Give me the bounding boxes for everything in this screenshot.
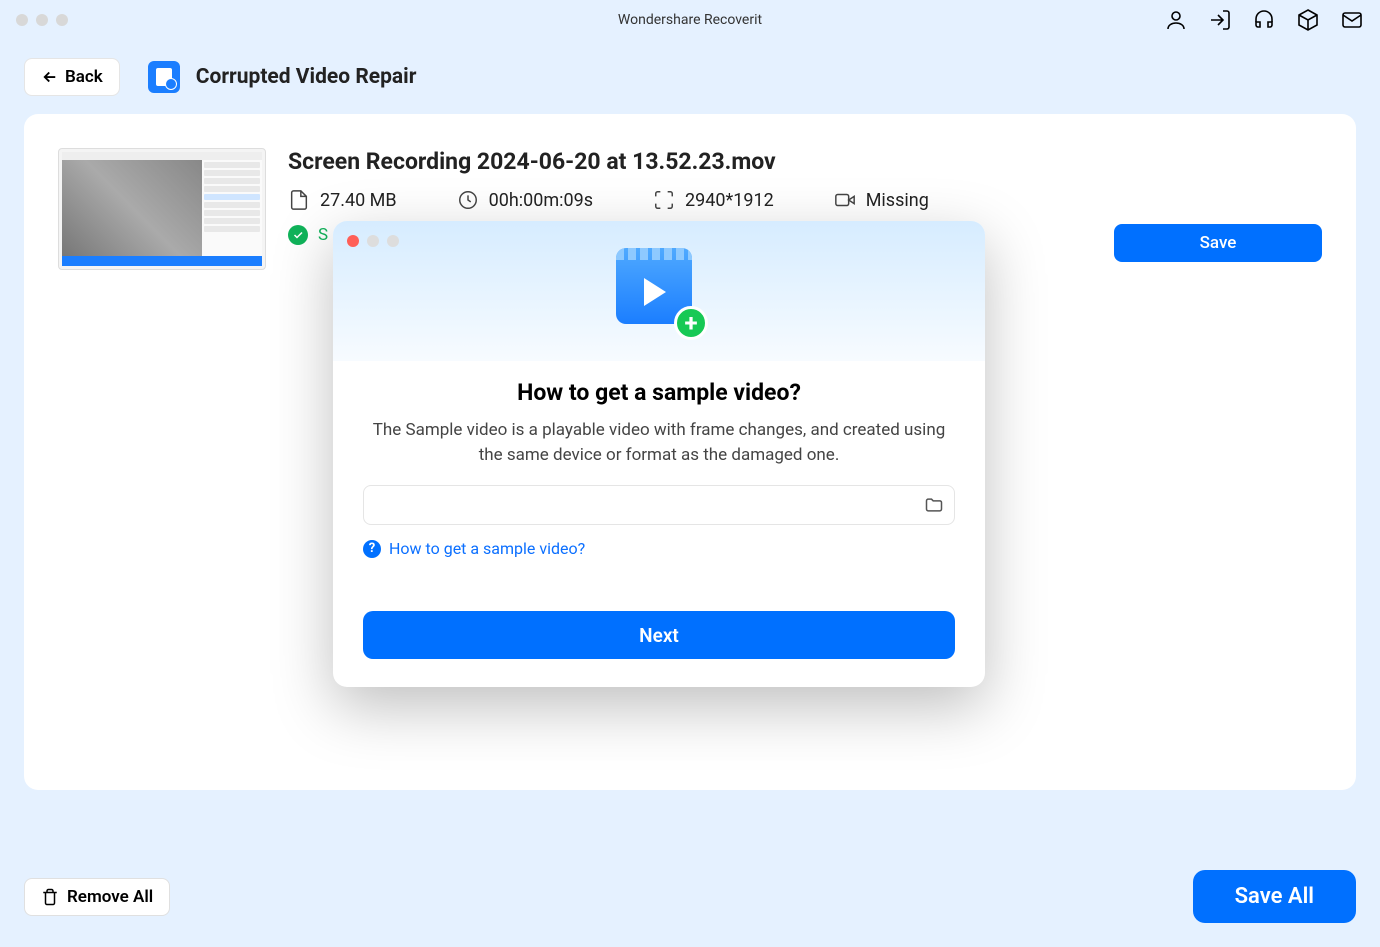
file-name: Screen Recording 2024-06-20 at 13.52.23.… xyxy=(288,148,1092,175)
sample-path-field[interactable] xyxy=(363,485,955,525)
folder-icon[interactable] xyxy=(924,495,944,515)
help-icon: ? xyxy=(363,540,381,558)
back-button[interactable]: Back xyxy=(24,58,120,96)
close-window-button[interactable] xyxy=(16,14,28,26)
user-icon[interactable] xyxy=(1164,8,1188,32)
file-duration: 00h:00m:09s xyxy=(489,190,593,211)
clock-icon xyxy=(457,189,479,211)
chevron-left-icon xyxy=(41,68,59,86)
app-title: Wondershare Recoverit xyxy=(618,12,762,28)
modal-close-button[interactable] xyxy=(347,235,359,247)
add-sample-video-icon: + xyxy=(616,248,702,334)
window-traffic-lights[interactable] xyxy=(16,14,68,26)
modal-minimize-button xyxy=(367,235,379,247)
dimensions-icon xyxy=(653,189,675,211)
support-icon[interactable] xyxy=(1252,8,1276,32)
modal-maximize-button xyxy=(387,235,399,247)
page-icon xyxy=(148,61,180,93)
modal-title: How to get a sample video? xyxy=(363,379,955,406)
save-all-button[interactable]: Save All xyxy=(1193,870,1356,923)
modal-description: The Sample video is a playable video wit… xyxy=(363,418,955,467)
save-button[interactable]: Save xyxy=(1114,224,1322,262)
file-resolution: 2940*1912 xyxy=(685,190,774,211)
help-link[interactable]: How to get a sample video? xyxy=(389,539,585,558)
status-check-icon xyxy=(288,225,308,245)
file-camera: Missing xyxy=(866,190,929,211)
file-size: 27.40 MB xyxy=(320,190,397,211)
file-icon xyxy=(288,189,310,211)
maximize-window-button[interactable] xyxy=(56,14,68,26)
next-button[interactable]: Next xyxy=(363,611,955,659)
remove-all-label: Remove All xyxy=(67,887,153,907)
mail-icon[interactable] xyxy=(1340,8,1364,32)
back-label: Back xyxy=(65,67,103,87)
video-thumbnail[interactable] xyxy=(58,148,266,270)
camera-icon xyxy=(834,189,856,211)
sample-video-modal: + How to get a sample video? The Sample … xyxy=(333,221,985,687)
sample-path-input[interactable] xyxy=(374,496,924,514)
remove-all-button[interactable]: Remove All xyxy=(24,878,170,916)
login-icon[interactable] xyxy=(1208,8,1232,32)
package-icon[interactable] xyxy=(1296,8,1320,32)
minimize-window-button[interactable] xyxy=(36,14,48,26)
page-title: Corrupted Video Repair xyxy=(196,65,417,89)
trash-icon xyxy=(41,888,59,906)
status-text: S xyxy=(318,225,328,245)
